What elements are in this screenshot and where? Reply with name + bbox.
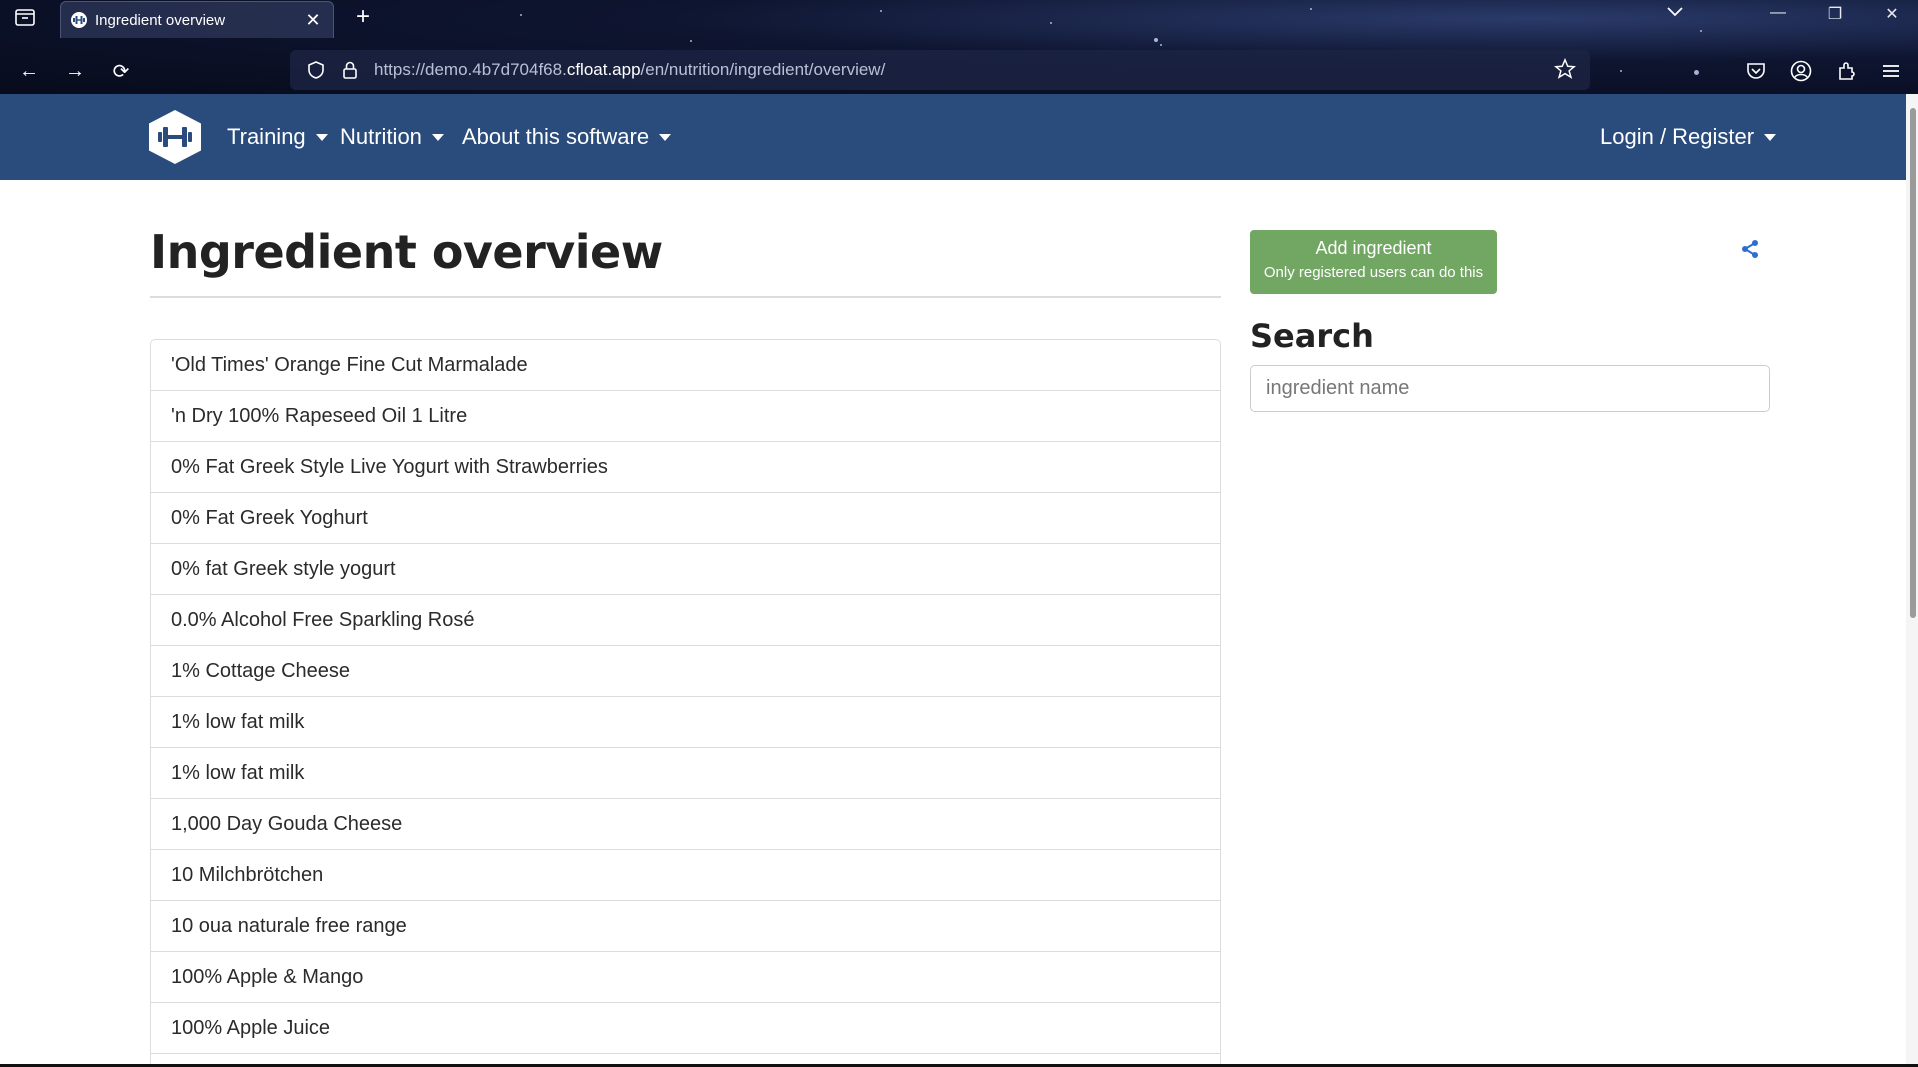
address-bar[interactable]: https://demo.4b7d704f68.cfloat.app/en/nu… — [290, 50, 1590, 90]
bookmark-star-icon[interactable] — [1553, 57, 1577, 85]
ingredient-list-item[interactable]: 0.0% Alcohol Free Sparkling Rosé — [151, 595, 1220, 646]
lock-icon[interactable] — [338, 61, 362, 79]
browser-chrome: Ingredient overview ✕ + — ❐ ✕ ← → ⟳ http… — [0, 0, 1918, 94]
account-icon[interactable] — [1788, 58, 1814, 84]
back-icon[interactable]: ← — [14, 56, 44, 86]
menu-hamburger-icon[interactable] — [1878, 58, 1904, 84]
nav-about-label: About this software — [462, 124, 650, 149]
reload-icon[interactable]: ⟳ — [106, 56, 136, 86]
add-ingredient-button[interactable]: Add ingredient Only registered users can… — [1250, 230, 1497, 294]
ingredient-list: 'Old Times' Orange Fine Cut Marmalade'n … — [150, 339, 1221, 1067]
nav-login-register[interactable]: Login / Register — [1600, 124, 1777, 150]
ingredient-list-item[interactable]: 0% fat Greek style yogurt — [151, 544, 1220, 595]
title-divider — [150, 296, 1221, 298]
ingredient-search-input[interactable] — [1250, 365, 1770, 412]
dropdown-caret-icon — [659, 133, 672, 141]
nav-about[interactable]: About this software — [462, 124, 672, 150]
page-title: Ingredient overview — [150, 225, 663, 279]
ingredient-list-item[interactable]: 1% low fat milk — [151, 748, 1220, 799]
nav-training[interactable]: Training — [227, 124, 328, 150]
close-tab-icon[interactable]: ✕ — [303, 10, 323, 31]
minimize-icon[interactable]: — — [1763, 4, 1793, 22]
add-ingredient-label: Add ingredient — [1315, 238, 1432, 258]
tab-bar: Ingredient overview ✕ + — ❐ ✕ — [0, 0, 1918, 38]
ingredient-list-item[interactable]: 10 Milchbrötchen — [151, 850, 1220, 901]
list-all-tabs-icon[interactable] — [1660, 4, 1690, 22]
ingredient-list-item[interactable]: 100% Apple & Mango — [151, 952, 1220, 1003]
extensions-icon[interactable] — [1834, 58, 1860, 84]
forward-icon[interactable]: → — [60, 56, 90, 86]
ingredient-list-item[interactable]: 1% Cottage Cheese — [151, 646, 1220, 697]
tab-title: Ingredient overview — [95, 11, 226, 29]
ingredient-list-item[interactable]: 0% Fat Greek Yoghurt — [151, 493, 1220, 544]
dropdown-caret-icon — [431, 133, 444, 141]
site-favicon-icon — [71, 12, 87, 28]
ingredient-list-item[interactable]: 1,000 Day Gouda Cheese — [151, 799, 1220, 850]
ingredient-list-item[interactable]: 'n Dry 100% Rapeseed Oil 1 Litre — [151, 391, 1220, 442]
tab-list-icon[interactable] — [12, 5, 38, 29]
ingredient-list-item[interactable]: 10 oua naturale free range — [151, 901, 1220, 952]
site-navbar: Training Nutrition About this software L… — [0, 94, 1918, 180]
share-icon[interactable] — [1740, 239, 1760, 259]
ingredient-list-item[interactable]: 0% Fat Greek Style Live Yogurt with Stra… — [151, 442, 1220, 493]
dropdown-caret-icon — [1764, 133, 1777, 141]
pocket-icon[interactable] — [1743, 58, 1769, 84]
add-ingredient-note: Only registered users can do this — [1263, 264, 1484, 281]
ingredient-list-item[interactable]: 'Old Times' Orange Fine Cut Marmalade — [151, 340, 1220, 391]
new-tab-icon[interactable]: + — [350, 3, 376, 31]
ingredient-list-item[interactable]: 100% Apple Juice — [151, 1003, 1220, 1054]
nav-login-label: Login / Register — [1600, 124, 1755, 149]
close-window-icon[interactable]: ✕ — [1877, 4, 1907, 24]
wger-logo[interactable] — [149, 110, 201, 164]
restore-icon[interactable]: ❐ — [1820, 4, 1850, 24]
nav-training-label: Training — [227, 124, 306, 149]
browser-toolbar: ← → ⟳ https://demo.4b7d704f68.cfloat.app… — [0, 48, 1918, 90]
dropdown-caret-icon — [315, 133, 328, 141]
tab-ingredient-overview[interactable]: Ingredient overview ✕ — [60, 1, 334, 38]
search-heading: Search — [1250, 317, 1374, 355]
scrollbar-thumb[interactable] — [1910, 108, 1916, 618]
nav-nutrition[interactable]: Nutrition — [340, 124, 444, 150]
ingredient-list-item[interactable]: 1% low fat milk — [151, 697, 1220, 748]
nav-nutrition-label: Nutrition — [340, 124, 422, 149]
url-text[interactable]: https://demo.4b7d704f68.cfloat.app/en/nu… — [374, 60, 885, 80]
tracking-protection-icon[interactable] — [304, 61, 328, 79]
